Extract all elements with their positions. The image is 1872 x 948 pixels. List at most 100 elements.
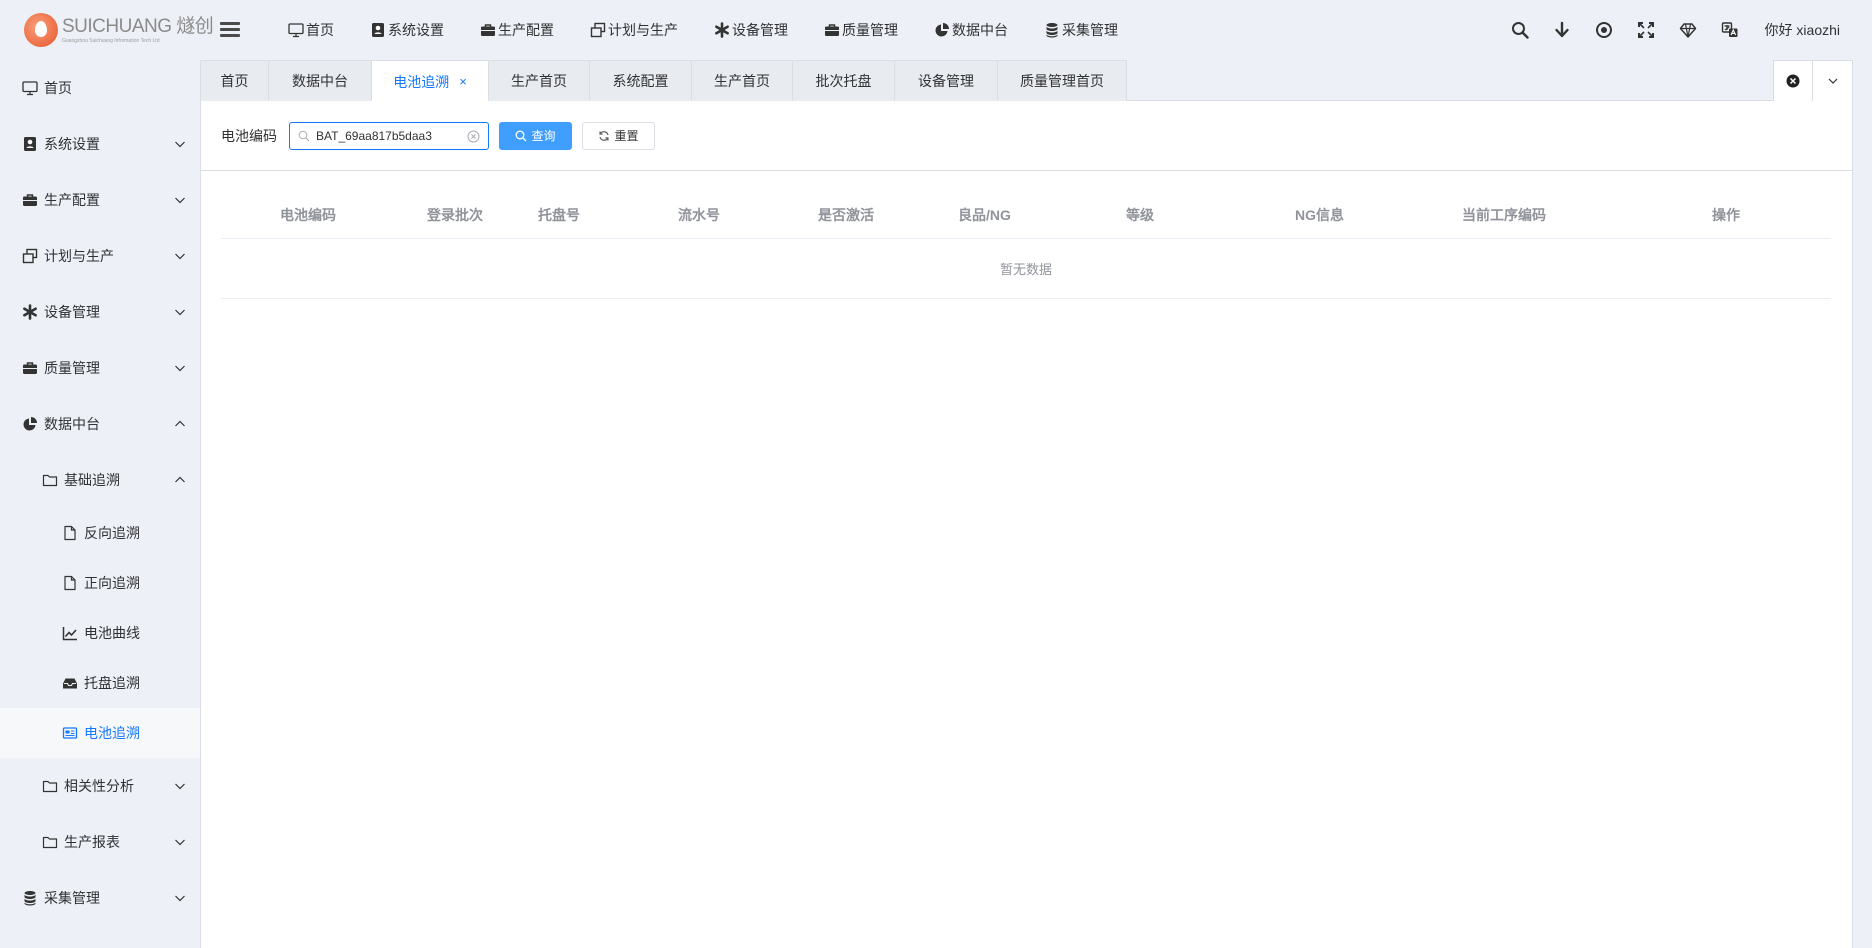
menu-toggle-icon[interactable] <box>220 22 240 38</box>
column-header[interactable]: 托盘号 <box>538 191 580 239</box>
sidebar-item-quality[interactable]: 质量管理 <box>0 340 200 396</box>
search-icon <box>298 130 310 141</box>
sidebar-item-system-settings[interactable]: 系统设置 <box>0 116 200 172</box>
sidebar-item-production-config[interactable]: 生产配置 <box>0 172 200 228</box>
sidebar-item-production-report[interactable]: 生产报表 <box>0 814 200 870</box>
line-chart-icon <box>62 627 77 641</box>
window-restore-icon <box>22 248 38 264</box>
tab-quality-home[interactable]: 质量管理首页 <box>997 60 1127 101</box>
sidebar-item-label: 基础追溯 <box>64 472 120 488</box>
sidebar-item-label: 设备管理 <box>44 304 100 320</box>
empty-state: 暂无数据 <box>221 239 1831 299</box>
topnav-item-production-config[interactable]: 生产配置 <box>462 0 572 60</box>
tab-menu-chevron-down-icon[interactable] <box>1813 61 1852 101</box>
topnav-item-data-center[interactable]: 数据中台 <box>916 0 1026 60</box>
brand-subtitle: Guangzhou Suichuang Information Tech Ltd <box>62 37 160 44</box>
column-header[interactable]: 良品/NG <box>958 191 1011 239</box>
clear-circle-icon[interactable] <box>467 130 480 143</box>
tab-data-center[interactable]: 数据中台 <box>268 60 372 101</box>
translate-icon[interactable] <box>1719 19 1741 41</box>
sidebar-item-label: 数据中台 <box>44 416 100 432</box>
user-card-icon <box>24 137 36 151</box>
asterisk-icon <box>23 304 37 320</box>
close-all-tabs-icon[interactable] <box>1774 61 1813 101</box>
sidebar-item-label: 采集管理 <box>44 890 100 906</box>
folder-icon <box>42 474 58 487</box>
target-icon[interactable] <box>1593 19 1615 41</box>
tab-equipment[interactable]: 设备管理 <box>894 60 998 101</box>
topnav-item-system-settings[interactable]: 系统设置 <box>352 0 462 60</box>
search-icon[interactable] <box>1509 19 1531 41</box>
sidebar: 首页 系统设置 生产配置 计划与生产 设备管理 质量管理 数据中台 基础追溯 反… <box>0 60 200 948</box>
tab-batch-tray[interactable]: 批次托盘 <box>792 60 895 101</box>
user-greeting[interactable]: 你好 xiaozhi <box>1765 20 1840 40</box>
tab-home[interactable]: 首页 <box>200 60 269 101</box>
column-header[interactable]: 当前工序编码 <box>1462 191 1546 239</box>
topnav-item-collection[interactable]: 采集管理 <box>1026 0 1136 60</box>
user-card-icon <box>372 23 384 37</box>
tab-production-home[interactable]: 生产首页 <box>488 60 590 101</box>
chevron-down-icon <box>175 197 185 204</box>
column-header[interactable]: 是否激活 <box>818 191 874 239</box>
sidebar-item-equipment[interactable]: 设备管理 <box>0 284 200 340</box>
column-header[interactable]: 等级 <box>1126 191 1154 239</box>
battery-trace-table: 电池编码 登录批次 托盘号 流水号 是否激活 良品/NG 等级 NG信息 当前工… <box>221 191 1831 299</box>
sidebar-item-label: 电池追溯 <box>84 725 140 741</box>
chevron-down-icon <box>175 783 185 790</box>
topnav-item-planning[interactable]: 计划与生产 <box>572 0 696 60</box>
top-nav: 首页 系统设置 生产配置 计划与生产 设备管理 质量管理 数据中台 采集管理 <box>270 0 1136 60</box>
sidebar-item-planning[interactable]: 计划与生产 <box>0 228 200 284</box>
chevron-up-icon <box>175 420 185 427</box>
sidebar-item-battery-curve[interactable]: 电池曲线 <box>0 608 200 658</box>
query-button[interactable]: 查询 <box>499 121 572 150</box>
download-arrow-icon[interactable] <box>1551 19 1573 41</box>
sidebar-item-data-center[interactable]: 数据中台 <box>0 396 200 452</box>
sidebar-item-home[interactable]: 首页 <box>0 60 200 116</box>
monitor-icon <box>22 81 38 96</box>
brand-name: SUICHUANG 燧创 <box>62 15 214 37</box>
battery-code-input[interactable] <box>316 128 456 143</box>
column-header[interactable]: NG信息 <box>1295 191 1344 239</box>
sidebar-item-reverse-trace[interactable]: 反向追溯 <box>0 508 200 558</box>
topnav-item-home[interactable]: 首页 <box>270 0 352 60</box>
sidebar-item-label: 首页 <box>44 80 72 96</box>
window-restore-icon <box>590 22 606 38</box>
top-bar: SUICHUANG 燧创 Guangzhou Suichuang Informa… <box>0 0 1872 60</box>
tab-system-config[interactable]: 系统配置 <box>589 60 692 101</box>
refresh-icon <box>599 130 610 141</box>
battery-code-label: 电池编码 <box>221 127 277 144</box>
chevron-down-icon <box>175 895 185 902</box>
close-tab-icon[interactable]: × <box>459 74 467 89</box>
column-header[interactable]: 登录批次 <box>427 191 483 239</box>
brand-logo[interactable]: SUICHUANG 燧创 Guangzhou Suichuang Informa… <box>0 0 214 60</box>
sidebar-item-label: 质量管理 <box>44 360 100 376</box>
id-card-icon <box>62 727 78 739</box>
sidebar-item-battery-trace[interactable]: 电池追溯 <box>0 708 200 758</box>
tab-tools <box>1773 60 1853 101</box>
briefcase-icon <box>23 362 37 374</box>
sidebar-item-correlation-analysis[interactable]: 相关性分析 <box>0 758 200 814</box>
asterisk-icon <box>715 22 729 38</box>
column-header[interactable]: 电池编码 <box>280 191 336 239</box>
sidebar-item-collection[interactable]: 采集管理 <box>0 870 200 926</box>
folder-icon <box>42 836 58 849</box>
diamond-icon[interactable] <box>1677 19 1699 41</box>
briefcase-icon <box>23 194 37 206</box>
chevron-down-icon <box>175 253 185 260</box>
sidebar-item-label: 正向追溯 <box>84 575 140 591</box>
topnav-item-quality[interactable]: 质量管理 <box>806 0 916 60</box>
reset-button[interactable]: 重置 <box>582 121 655 150</box>
sidebar-item-forward-trace[interactable]: 正向追溯 <box>0 558 200 608</box>
sidebar-item-tray-trace[interactable]: 托盘追溯 <box>0 658 200 708</box>
column-header[interactable]: 操作 <box>1712 191 1740 239</box>
sidebar-item-basic-trace[interactable]: 基础追溯 <box>0 452 200 508</box>
sidebar-item-label: 电池曲线 <box>84 625 140 641</box>
logo-mark-icon <box>24 13 58 47</box>
fullscreen-icon[interactable] <box>1635 19 1657 41</box>
tab-battery-trace[interactable]: 电池追溯 × <box>371 60 489 102</box>
document-icon <box>64 525 76 541</box>
tab-production-home-2[interactable]: 生产首页 <box>691 60 793 101</box>
battery-code-input-wrapper[interactable] <box>289 121 489 150</box>
column-header[interactable]: 流水号 <box>678 191 720 239</box>
topnav-item-equipment[interactable]: 设备管理 <box>696 0 806 60</box>
